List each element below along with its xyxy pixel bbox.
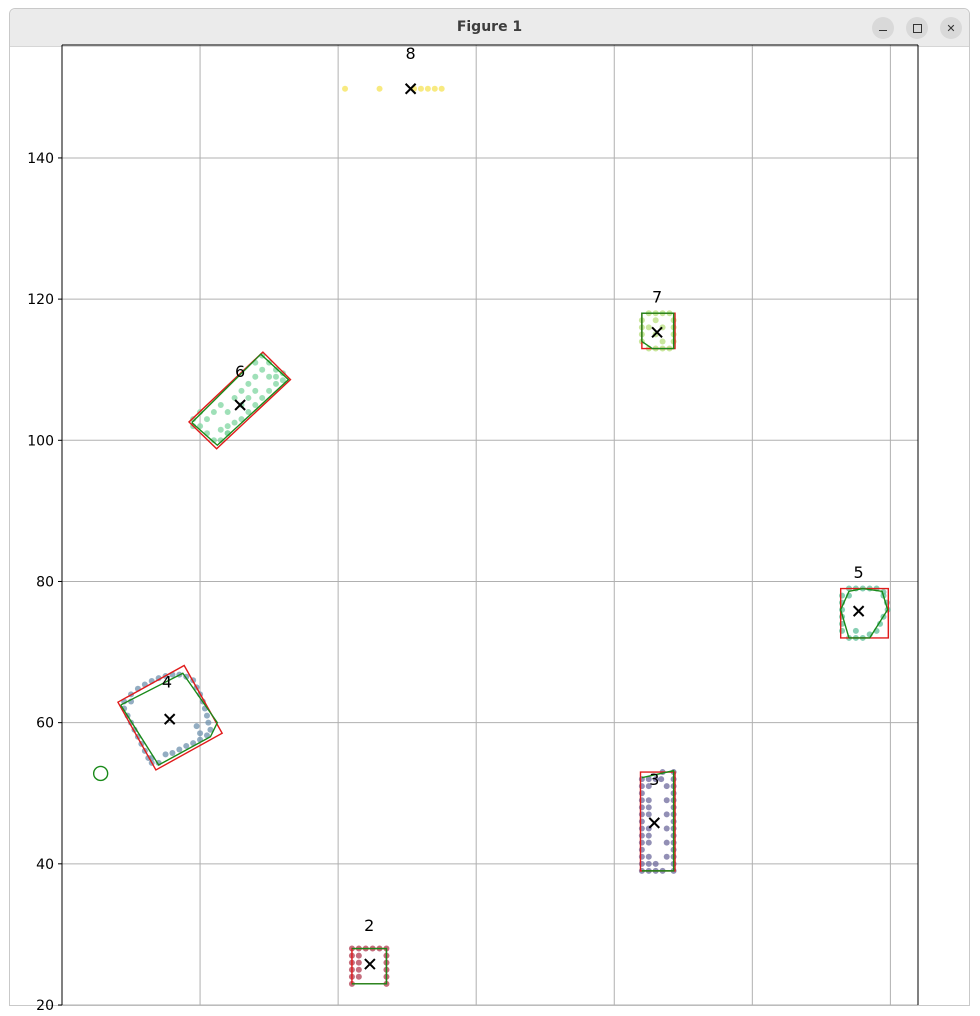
cluster-8-point [417, 85, 424, 92]
cluster-3-point [645, 832, 652, 839]
y-axis-ticks: 20 40 60 80 100 120 140 [27, 151, 62, 1014]
cluster-3-point [638, 832, 645, 839]
y-tick-label-3: 80 [36, 574, 54, 590]
cluster-6-point [217, 402, 224, 408]
cluster-6-point [203, 416, 210, 423]
cluster-6-point [217, 426, 224, 433]
cluster-3-label: 3 [649, 770, 659, 789]
cluster-3-point [663, 839, 670, 846]
y-tick-label-6: 140 [27, 151, 54, 167]
cluster-3-point [645, 797, 652, 804]
grid-lines [62, 45, 918, 1006]
cluster-8: 8 [342, 44, 445, 95]
cluster-2-label: 2 [364, 916, 374, 935]
cluster-4-point [197, 730, 204, 737]
cluster-3-point [645, 804, 652, 811]
cluster-2-point [355, 966, 362, 973]
cluster-4-point [193, 723, 200, 730]
plot-marks: 2 3 4 5 6 7 8 [92, 44, 891, 987]
cluster-4: 4 [116, 664, 224, 771]
cluster-3-point [663, 797, 670, 804]
cluster-3: 3 [638, 769, 677, 874]
cluster-6-point [245, 380, 252, 387]
scatter-plot: 20 40 60 80 100 120 140 2 3 4 5 6 7 8 [27, 44, 919, 1014]
cluster-3-point [638, 839, 645, 846]
cluster-6-point [224, 423, 231, 430]
y-tick-label-5: 120 [27, 292, 54, 308]
cluster-5-point [839, 592, 846, 599]
cluster-3-point [645, 860, 652, 867]
cluster-8-point [424, 85, 431, 92]
cluster-3-point [638, 804, 645, 811]
cluster-8-point [438, 85, 445, 92]
cluster-6-point [210, 409, 217, 416]
cluster-3-point [645, 853, 652, 860]
cluster-6-point [238, 387, 245, 394]
cluster-6-point [266, 387, 273, 394]
y-tick-label-1: 40 [36, 857, 54, 873]
cluster-6-point [224, 409, 231, 416]
cluster-6-point [259, 366, 266, 373]
cluster-3-point [638, 797, 645, 804]
cluster-5-centroid-marker [852, 605, 865, 617]
cluster-7-point [645, 324, 652, 331]
cluster-6-point [273, 373, 279, 380]
cluster-6-point [273, 380, 279, 387]
cluster-5-point [852, 627, 859, 634]
cluster-3-point [638, 811, 645, 818]
cluster-6-point [252, 402, 259, 408]
cluster-2-centroid-marker [364, 958, 376, 970]
cluster-4-point [169, 750, 176, 756]
cluster-6-point [259, 394, 266, 401]
cluster-5: 5 [839, 563, 891, 641]
cluster-6-point [252, 373, 259, 380]
cluster-3-point [638, 818, 645, 825]
y-tick-label-4: 100 [27, 433, 54, 449]
cluster-3-point [652, 860, 659, 867]
cluster-6-point [231, 419, 238, 426]
cluster-3-centroid-marker [648, 817, 661, 829]
cluster-5-label: 5 [854, 563, 864, 582]
cluster-3-point [638, 846, 645, 853]
extra-open-circle-0 [92, 765, 109, 782]
cluster-7-point [652, 317, 659, 324]
cluster-3-point [663, 853, 670, 860]
cluster-3-point [638, 783, 645, 790]
cluster-6-label: 6 [235, 362, 245, 381]
cluster-3-point [638, 825, 645, 832]
cluster-3-point [638, 860, 645, 867]
cluster-7-label: 7 [652, 288, 662, 307]
cluster-2: 2 [348, 916, 390, 987]
cluster-7: 7 [638, 288, 677, 352]
cluster-3-point [663, 783, 670, 790]
cluster-3-point [645, 839, 652, 846]
cluster-2-point [355, 973, 362, 980]
cluster-6-point [245, 394, 252, 401]
cluster-4-label: 4 [162, 672, 172, 691]
cluster-6-point [266, 373, 273, 380]
cluster-3-point [663, 825, 670, 832]
cluster-6-point [252, 387, 259, 394]
cluster-6-point [231, 394, 238, 401]
cluster-2-point [355, 959, 362, 966]
cluster-8-point [342, 85, 349, 92]
cluster-5-point [839, 627, 846, 634]
cluster-4-point [203, 712, 210, 719]
y-tick-label-2: 60 [36, 716, 54, 732]
cluster-8-point [376, 85, 383, 92]
cluster-6: 6 [188, 351, 292, 450]
cluster-4-point [205, 719, 212, 726]
cluster-4-point [162, 751, 169, 758]
axes-frame [61, 44, 919, 1005]
cluster-3-point [638, 790, 645, 797]
cluster-2-point [355, 952, 362, 959]
cluster-3-point [663, 811, 670, 818]
cluster-3-point [638, 853, 645, 860]
cluster-8-point [431, 85, 438, 92]
cluster-8-label: 8 [406, 44, 416, 63]
y-tick-label-0: 20 [36, 998, 54, 1014]
cluster-3-point [645, 811, 652, 818]
cluster-7-point [659, 338, 666, 345]
cluster-4-point [176, 746, 183, 753]
